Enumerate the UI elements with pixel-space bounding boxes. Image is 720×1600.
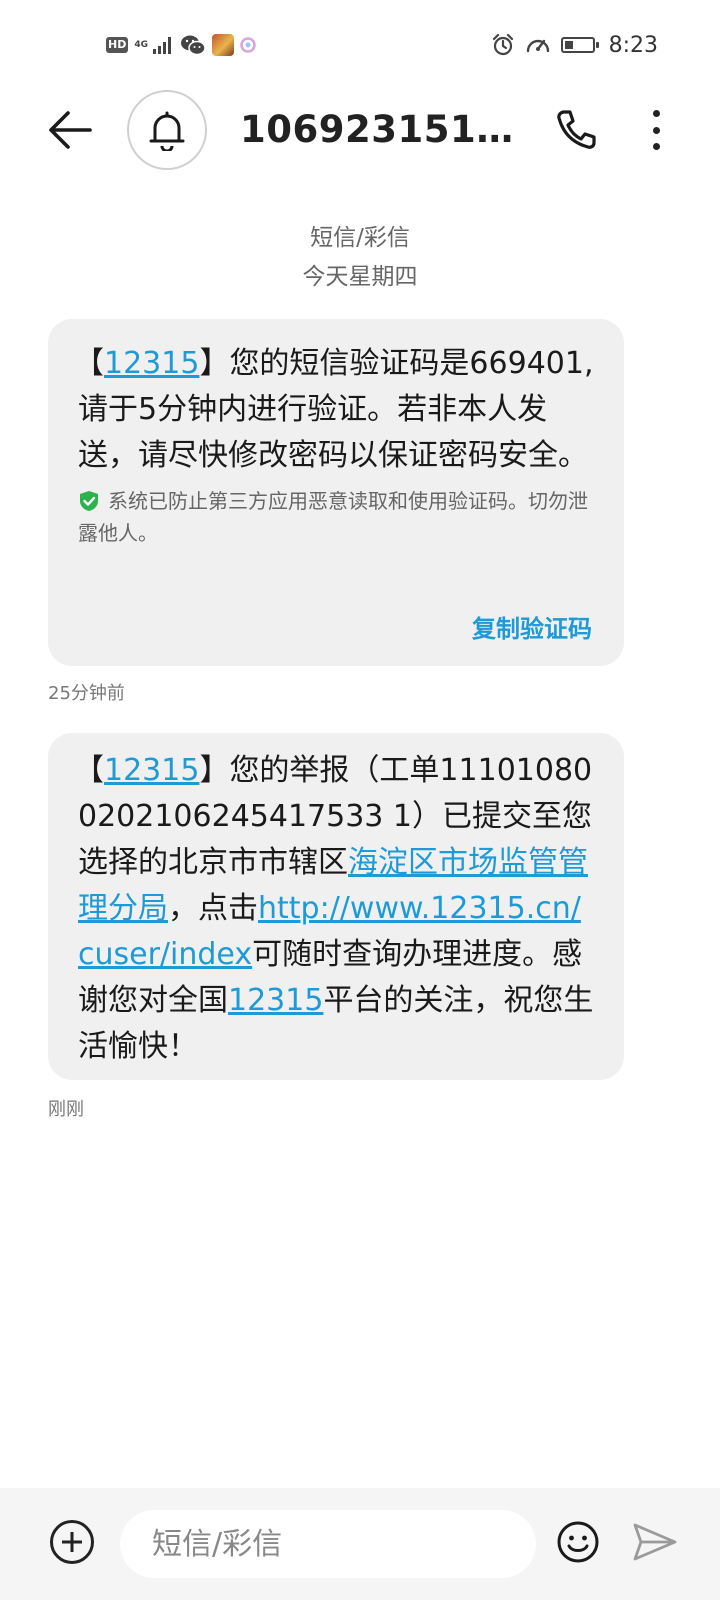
security-note-text: 系统已防止第三方应用恶意读取和使用验证码。切勿泄露他人。 xyxy=(78,489,588,545)
sender-tag-link[interactable]: 12315 xyxy=(104,346,199,381)
bell-icon xyxy=(149,111,185,151)
add-attachment-button[interactable] xyxy=(50,1520,94,1564)
status-bar-left-icons: HD 4G xyxy=(106,30,256,60)
message-text: 【12315】您的举报（工单111010800202106245417533 1… xyxy=(74,748,594,1070)
call-button[interactable] xyxy=(552,106,600,154)
back-button[interactable] xyxy=(46,108,96,152)
alarm-icon xyxy=(492,33,513,56)
message-bubble-verification[interactable]: 【12315】您的短信验证码是669401,请于5分钟内进行验证。若非本人发送，… xyxy=(48,319,624,666)
sender-tag-open: 【 xyxy=(74,346,104,381)
message-timestamp: 25分钟前 xyxy=(48,683,125,704)
shield-check-icon xyxy=(80,491,98,511)
more-options-button[interactable] xyxy=(644,106,668,154)
send-icon xyxy=(633,1523,677,1561)
message-text: 【12315】您的短信验证码是669401,请于5分钟内进行验证。若非本人发送，… xyxy=(74,341,594,479)
battery-icon xyxy=(560,37,599,53)
sender-tag-link[interactable]: 12315 xyxy=(104,753,199,788)
more-vertical-icon-dot xyxy=(652,143,660,150)
battery-level xyxy=(564,41,573,49)
contact-name[interactable]: 10692315123… xyxy=(240,108,530,151)
back-arrow-icon xyxy=(49,111,92,149)
copy-code-button[interactable]: 复制验证码 xyxy=(472,609,592,644)
send-button[interactable] xyxy=(632,1522,678,1562)
status-bar: HD 4G 8:23 xyxy=(0,0,720,90)
speedometer-icon xyxy=(526,39,549,53)
sender-tag-close: 】 xyxy=(199,346,230,381)
hd-badge: HD xyxy=(106,37,129,53)
message-body-part-2: ，点击 xyxy=(168,891,258,926)
message-bubble-report[interactable]: 【12315】您的举报（工单111010800202106245417533 1… xyxy=(48,733,624,1080)
sender-tag-open: 【 xyxy=(74,753,104,788)
message-input[interactable] xyxy=(120,1510,536,1578)
wechat-icon xyxy=(181,35,206,56)
conversation-header: 10692315123… xyxy=(0,90,720,170)
browser-icon xyxy=(240,37,256,53)
emoji-button[interactable] xyxy=(556,1520,600,1564)
4g-signal-icon: 4G xyxy=(134,39,148,50)
security-note: 系统已防止第三方应用恶意读取和使用验证码。切勿泄露他人。 xyxy=(78,485,594,549)
more-vertical-icon xyxy=(652,110,660,117)
signal-bars-icon xyxy=(153,37,171,54)
more-vertical-icon-dot xyxy=(652,126,660,134)
phone-icon xyxy=(557,110,596,149)
contact-avatar[interactable] xyxy=(127,90,207,170)
game-app-icon xyxy=(212,34,234,56)
emoji-icon xyxy=(557,1521,599,1563)
platform-link[interactable]: 12315 xyxy=(228,983,323,1018)
status-bar-right-icons: 8:23 xyxy=(491,30,658,60)
message-timestamp: 刚刚 xyxy=(48,1099,84,1120)
status-time: 8:23 xyxy=(608,32,658,58)
thread-type-label: 短信/彩信 xyxy=(310,225,410,251)
sender-tag-close: 】 xyxy=(199,753,230,788)
composer-bar xyxy=(0,1488,720,1600)
thread-date-label: 今天星期四 xyxy=(302,264,418,290)
